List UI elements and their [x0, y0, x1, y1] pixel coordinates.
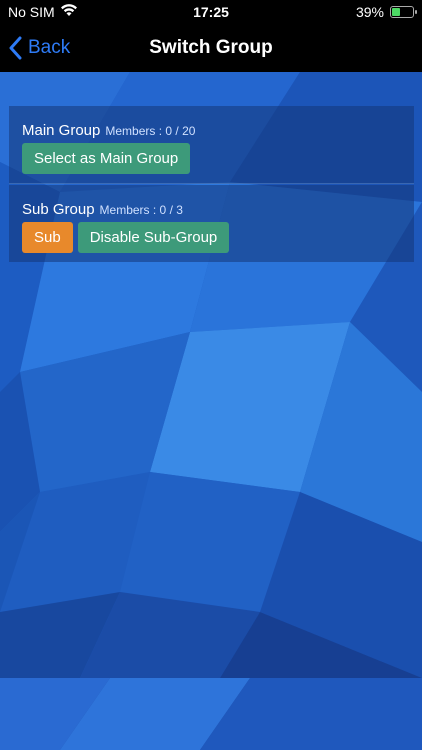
battery-icon	[390, 6, 417, 18]
main-group-members: Members : 0 / 20	[105, 124, 196, 138]
page-title: Switch Group	[149, 37, 273, 58]
navigation-bar: Back Switch Group	[0, 24, 422, 72]
sub-group-title: Sub Group	[22, 201, 95, 218]
main-group-title: Main Group	[22, 122, 101, 139]
content-area: Main Group Members : 0 / 20 Select as Ma…	[0, 72, 422, 678]
sub-group-members: Members : 0 / 3	[99, 203, 183, 217]
battery-level	[392, 8, 400, 16]
main-group-panel: Main Group Members : 0 / 20 Select as Ma…	[9, 106, 414, 184]
sub-button[interactable]: Sub	[22, 222, 73, 253]
battery-percent: 39%	[355, 4, 384, 20]
bottom-background-strip	[0, 678, 422, 750]
sub-group-panel: Sub Group Members : 0 / 3 Sub Disable Su…	[9, 185, 414, 262]
bottom-polygon-background	[0, 678, 422, 750]
status-bar: No SIM 17:25 39%	[0, 0, 422, 24]
select-main-group-button[interactable]: Select as Main Group	[22, 143, 191, 174]
disable-sub-group-button[interactable]: Disable Sub-Group	[77, 222, 230, 253]
